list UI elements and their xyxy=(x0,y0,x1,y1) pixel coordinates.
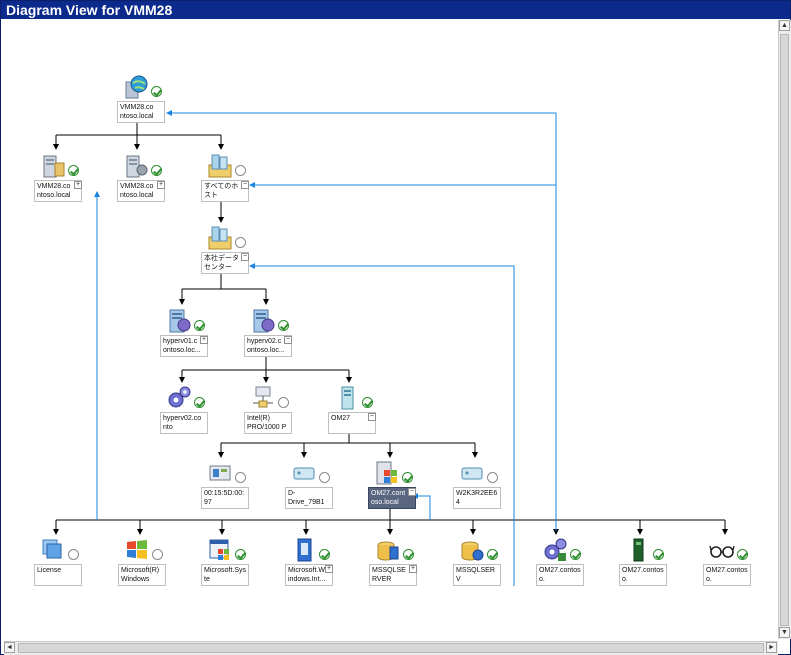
network-card-icon xyxy=(209,465,231,481)
node-label: Microsoft.Syste mCenter.Notif... xyxy=(201,564,249,586)
health-ok-icon xyxy=(362,397,373,408)
gears-icon xyxy=(544,538,567,561)
health-ok-icon xyxy=(402,472,413,483)
health-ok-icon xyxy=(487,549,498,560)
license-stack-icon xyxy=(42,539,62,559)
health-ok-icon xyxy=(68,165,79,176)
hyperv-host-icon xyxy=(169,309,191,333)
server-globe-icon xyxy=(125,75,148,99)
windows-logo-icon xyxy=(127,540,147,559)
expand-toggle[interactable]: + xyxy=(325,565,333,573)
health-unknown-icon xyxy=(487,472,498,483)
health-ok-icon xyxy=(194,397,205,408)
node-label: VMM28.co ntoso.local xyxy=(117,101,165,123)
virtual-machine-icon xyxy=(341,386,354,410)
host-group-icon xyxy=(208,226,232,250)
health-ok-icon xyxy=(151,86,162,97)
health-unknown-icon xyxy=(152,549,163,560)
server-database-icon xyxy=(126,155,148,178)
health-ok-icon xyxy=(653,549,664,560)
windows-server-icon xyxy=(376,461,397,485)
health-unknown-icon xyxy=(235,472,246,483)
agent-icon xyxy=(633,538,644,562)
diagram-window: Diagram View for VMM28 VMM28.co ntoso.lo… xyxy=(0,0,791,655)
glasses-icon xyxy=(709,545,735,558)
health-unknown-icon xyxy=(235,165,246,176)
vertical-scroll-thumb[interactable] xyxy=(780,34,789,626)
vertical-scrollbar[interactable]: ▲ ▼ xyxy=(778,20,791,639)
health-ok-icon xyxy=(319,549,330,560)
node-label: Intel(R) PRO/1000 PL... xyxy=(244,412,292,434)
health-ok-icon xyxy=(194,320,205,331)
disk-drive-icon xyxy=(461,467,483,480)
node-label: 00:15:5D:00:97 :00 xyxy=(201,487,249,509)
health-unknown-icon xyxy=(278,397,289,408)
node-label: MSSQLSERV ER xyxy=(453,564,501,586)
collapse-toggle[interactable]: − xyxy=(408,488,416,496)
node-label: License xyxy=(34,564,82,586)
node-label: OM27.contoso. local xyxy=(536,564,584,586)
collapse-toggle[interactable]: − xyxy=(241,253,249,261)
sql-database-icon xyxy=(461,541,484,561)
network-adapter-icon xyxy=(253,386,273,408)
collapse-toggle[interactable]: − xyxy=(241,181,249,189)
expand-toggle[interactable]: + xyxy=(74,181,82,189)
horizontal-scrollbar[interactable]: ◄ ► xyxy=(4,641,778,655)
health-ok-icon xyxy=(151,165,162,176)
server-folder-icon xyxy=(43,155,65,178)
application-icon xyxy=(297,538,312,562)
collapse-toggle[interactable]: − xyxy=(284,336,292,344)
scroll-down-button[interactable]: ▼ xyxy=(779,627,790,638)
health-unknown-icon xyxy=(235,237,246,248)
scroll-left-button[interactable]: ◄ xyxy=(4,642,15,653)
health-unknown-icon xyxy=(319,472,330,483)
health-unknown-icon xyxy=(68,549,79,560)
hyperv-host-icon xyxy=(253,309,275,333)
windows-window-icon xyxy=(209,539,229,560)
sql-database-icon xyxy=(377,541,399,561)
expand-toggle[interactable]: + xyxy=(200,336,208,344)
collapse-toggle[interactable]: − xyxy=(368,413,376,421)
node-label: Microsoft(R) Windows(R)... xyxy=(118,564,166,586)
health-ok-icon xyxy=(570,549,581,560)
expand-toggle[interactable]: + xyxy=(157,181,165,189)
health-ok-icon xyxy=(403,549,414,560)
node-label: hyperv02.conto so.local xyxy=(160,412,208,434)
horizontal-scroll-thumb[interactable] xyxy=(18,643,764,653)
node-label: D- Drive_79B13... xyxy=(285,487,333,509)
host-group-icon xyxy=(208,154,232,178)
node-label: OM27.contoso. local xyxy=(703,564,751,586)
node-label: OM27.contoso. local xyxy=(619,564,667,586)
health-ok-icon xyxy=(278,320,289,331)
scroll-right-button[interactable]: ► xyxy=(766,642,777,653)
gears-icon xyxy=(168,386,191,408)
scroll-up-button[interactable]: ▲ xyxy=(779,20,790,31)
window-title: Diagram View for VMM28 xyxy=(1,1,790,19)
diagram-canvas[interactable]: VMM28.co ntoso.local VMM28.co ntoso.loca… xyxy=(4,20,776,639)
node-label: W2K3R2EE64 bit_54AEF66... xyxy=(453,487,501,509)
expand-toggle[interactable]: + xyxy=(409,565,417,573)
disk-drive-icon xyxy=(293,467,315,480)
health-ok-icon xyxy=(737,549,748,560)
health-ok-icon xyxy=(235,549,246,560)
